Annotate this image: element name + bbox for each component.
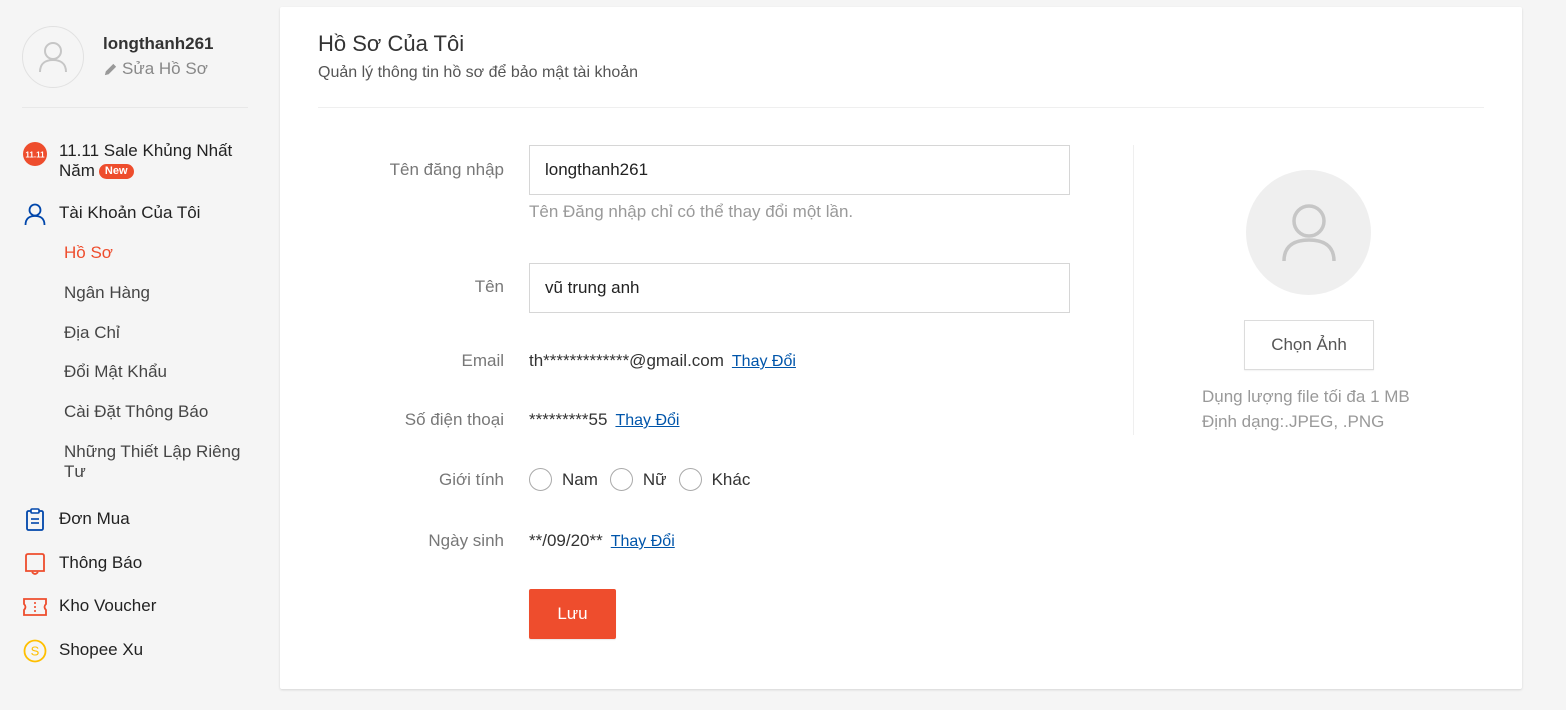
- gender-option-label: Khác: [711, 469, 751, 489]
- account-icon: [22, 201, 48, 227]
- profile-avatar: [1246, 170, 1371, 295]
- sidebar-item-account[interactable]: Tài Khoản Của Tôi: [22, 201, 200, 227]
- profile-card: Hồ Sơ Của Tôi Quản lý thông tin hồ sơ để…: [280, 7, 1522, 689]
- sidebar-subitem-address[interactable]: Địa Chỉ: [64, 323, 120, 343]
- sidebar-subitem-privacy[interactable]: Những Thiết Lập Riêng Tư: [64, 442, 254, 482]
- username-field[interactable]: [529, 145, 1070, 195]
- vertical-divider: [1133, 145, 1134, 435]
- gender-option-label: Nữ: [642, 469, 667, 489]
- radio-button[interactable]: [609, 468, 633, 491]
- user-placeholder-icon: [39, 42, 67, 73]
- change-phone-link[interactable]: Thay Đổi: [615, 412, 679, 430]
- page-title: Hồ Sơ Của Tôi: [318, 31, 465, 56]
- svg-text:S: S: [31, 644, 40, 659]
- header-divider: [318, 107, 1484, 108]
- name-label: Tên: [474, 277, 504, 296]
- save-button[interactable]: Lưu: [529, 589, 616, 639]
- coin-icon: S: [22, 638, 48, 664]
- sidebar-item-coins[interactable]: S Shopee Xu: [22, 638, 143, 664]
- file-format-note: Định dạng:.JPEG, .PNG: [1202, 412, 1385, 431]
- sidebar-item-sale-label: 11.11 Sale Khủng Nhất Năm New: [59, 141, 249, 181]
- birthday-label: Ngày sinh: [428, 531, 504, 550]
- sale-1111-icon: 11.11: [22, 141, 48, 167]
- clipboard-icon: [22, 507, 48, 533]
- email-value: th*************@gmail.com: [529, 351, 724, 370]
- voucher-icon: [22, 594, 48, 620]
- sidebar-item-orders[interactable]: Đơn Mua: [22, 507, 130, 533]
- gender-option-other[interactable]: Khác: [678, 468, 751, 491]
- username-hint: Tên Đăng nhập chỉ có thể thay đổi một lầ…: [529, 202, 854, 221]
- username-label: Tên đăng nhập: [389, 160, 504, 179]
- sidebar-subitem-bank[interactable]: Ngân Hàng: [64, 283, 150, 303]
- gender-option-male[interactable]: Nam: [529, 468, 598, 491]
- bell-icon: [22, 551, 48, 577]
- sidebar-item-account-label: Tài Khoản Của Tôi: [59, 203, 201, 222]
- avatar[interactable]: [22, 26, 84, 88]
- phone-row: *********55 Thay Đổi: [529, 410, 679, 430]
- change-birthday-link[interactable]: Thay Đổi: [611, 533, 675, 551]
- sale-label-text: 11.11 Sale Khủng Nhất Năm: [59, 141, 233, 180]
- sidebar-subitem-notification-settings[interactable]: Cài Đặt Thông Báo: [64, 402, 208, 422]
- page-subtitle: Quản lý thông tin hồ sơ để bảo mật tài k…: [318, 64, 639, 81]
- svg-text:11.11: 11.11: [25, 151, 45, 160]
- pencil-icon: [104, 63, 117, 75]
- edit-profile-label: Sửa Hồ Sơ: [122, 59, 208, 78]
- new-badge: New: [98, 164, 134, 179]
- phone-value: *********55: [529, 410, 608, 429]
- gender-option-female[interactable]: Nữ: [609, 468, 667, 491]
- radio-button[interactable]: [529, 468, 552, 491]
- user-summary: longthanh261 Sửa Hồ Sơ: [22, 26, 248, 108]
- sidebar-item-coins-label: Shopee Xu: [59, 640, 144, 659]
- sidebar-username: longthanh261: [103, 34, 214, 53]
- file-size-note: Dụng lượng file tối đa 1 MB: [1202, 387, 1410, 406]
- change-email-link[interactable]: Thay Đổi: [732, 353, 796, 371]
- name-field[interactable]: [529, 263, 1070, 313]
- sidebar-item-sale[interactable]: 11.11 11.11 Sale Khủng Nhất Năm New: [22, 141, 249, 181]
- radio-button[interactable]: [678, 468, 702, 491]
- email-label: Email: [461, 351, 504, 370]
- sidebar-item-orders-label: Đơn Mua: [59, 509, 130, 528]
- sidebar-item-notifications-label: Thông Báo: [59, 553, 143, 572]
- choose-image-button[interactable]: Chọn Ảnh: [1244, 320, 1374, 370]
- sidebar-subitem-profile[interactable]: Hồ Sơ: [64, 243, 113, 263]
- sidebar: longthanh261 Sửa Hồ Sơ 11.11 11.11 Sale …: [0, 0, 260, 710]
- user-placeholder-icon: [1281, 203, 1336, 261]
- birthday-row: **/09/20** Thay Đổi: [529, 531, 675, 551]
- gender-option-label: Nam: [562, 469, 598, 489]
- gender-radio-group: Nam Nữ Khác: [529, 468, 762, 491]
- sidebar-item-notifications[interactable]: Thông Báo: [22, 551, 142, 577]
- gender-label: Giới tính: [438, 470, 504, 489]
- sidebar-item-vouchers[interactable]: Kho Voucher: [22, 594, 156, 620]
- email-row: th*************@gmail.com Thay Đổi: [529, 351, 796, 371]
- sidebar-item-vouchers-label: Kho Voucher: [59, 596, 157, 615]
- phone-label: Số điện thoại: [404, 410, 504, 429]
- birthday-value: **/09/20**: [529, 531, 603, 550]
- edit-profile-link[interactable]: Sửa Hồ Sơ: [103, 59, 208, 79]
- sidebar-subitem-change-password[interactable]: Đổi Mật Khẩu: [64, 362, 167, 382]
